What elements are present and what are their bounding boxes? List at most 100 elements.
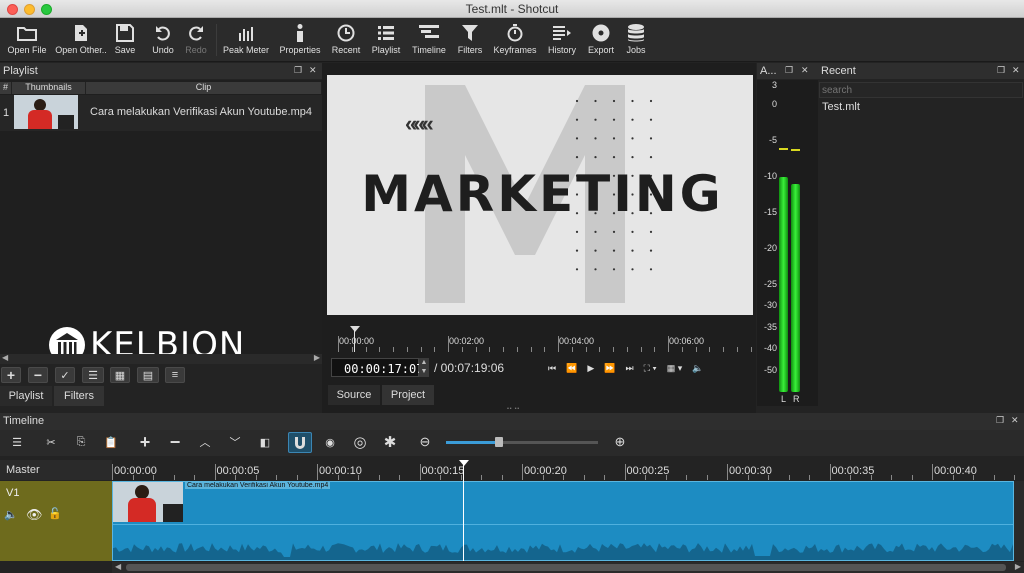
table-icon: ▤ bbox=[142, 369, 154, 382]
filters-button[interactable]: Filters bbox=[455, 21, 485, 55]
recent-item[interactable]: Test.mlt bbox=[822, 101, 860, 113]
float-dock-icon[interactable]: ❐ bbox=[294, 65, 302, 76]
properties-button[interactable]: Properties bbox=[278, 21, 322, 55]
zoom-out-icon[interactable]: ⊖ bbox=[413, 431, 437, 453]
jobs-button[interactable]: Jobs bbox=[622, 21, 650, 55]
lock-icon[interactable]: 🔓 bbox=[48, 507, 62, 520]
recent-search-input[interactable] bbox=[819, 82, 1023, 98]
scrub-while-dragging-icon[interactable]: ◉ bbox=[318, 431, 342, 453]
playlist-menu-button[interactable]: ≡ bbox=[165, 367, 185, 383]
float-dock-icon[interactable]: ❐ bbox=[996, 415, 1004, 426]
fast-forward-icon[interactable]: ⏩ bbox=[604, 363, 615, 374]
timeline-playhead[interactable] bbox=[463, 460, 464, 561]
timeline-playhead-marker[interactable] bbox=[459, 460, 469, 466]
remove-icon[interactable]: − bbox=[164, 431, 186, 453]
timecode-spinner[interactable]: ▲ ▼ bbox=[419, 358, 429, 377]
scrollbar-thumb[interactable] bbox=[126, 564, 1006, 571]
timeline-ruler-label: 00:00:00 bbox=[114, 465, 157, 477]
scroll-right-icon[interactable]: ▶ bbox=[314, 353, 320, 362]
timeline-label: Timeline bbox=[412, 45, 446, 55]
rewind-icon[interactable]: ⏪ bbox=[566, 363, 577, 374]
float-dock-icon[interactable]: ❐ bbox=[997, 65, 1005, 76]
v1-track-header[interactable]: V1 🔈 👁 🔓 bbox=[0, 481, 112, 561]
remove-clip-button[interactable]: − bbox=[28, 367, 48, 383]
scroll-left-icon[interactable]: ◀ bbox=[2, 353, 8, 362]
grid-overlay-icon[interactable]: ▦ ▾ bbox=[667, 363, 683, 374]
close-dock-icon[interactable]: ✕ bbox=[801, 65, 809, 76]
timeline-ruler-minor-tick bbox=[993, 475, 995, 480]
tiles-view-button[interactable]: ▦ bbox=[110, 367, 130, 383]
timeline-clip[interactable]: Cara melakukan Verifikasi Akun Youtube.m… bbox=[112, 481, 1014, 561]
playlist-col-thumbnails[interactable]: Thumbnails bbox=[12, 82, 86, 94]
timeline-button[interactable]: Timeline bbox=[410, 21, 448, 55]
add-clip-button[interactable]: + bbox=[1, 367, 21, 383]
scroll-left-icon[interactable]: ◀ bbox=[115, 562, 121, 571]
timeline-corner bbox=[0, 562, 112, 573]
close-dock-icon[interactable]: ✕ bbox=[1012, 65, 1020, 76]
paste-icon[interactable]: 📋 bbox=[100, 431, 122, 453]
eye-icon[interactable]: 👁 bbox=[26, 507, 43, 523]
zoom-slider-handle[interactable] bbox=[495, 437, 504, 447]
ripple-icon[interactable]: ◎ bbox=[348, 431, 372, 453]
open-file-button[interactable]: Open File bbox=[4, 21, 50, 55]
scroll-right-icon[interactable]: ▶ bbox=[1015, 562, 1021, 571]
close-dock-icon[interactable]: ✕ bbox=[309, 65, 317, 76]
copy-icon[interactable]: ⎘ bbox=[70, 431, 92, 453]
funnel-icon bbox=[455, 21, 485, 45]
skip-to-end-icon[interactable]: ⏭ bbox=[625, 363, 633, 374]
timeline-menu-icon[interactable]: ☰ bbox=[6, 431, 28, 453]
playlist-horizontal-scrollbar[interactable]: ◀ ▶ bbox=[0, 353, 322, 364]
tab-playlist[interactable]: Playlist bbox=[0, 386, 52, 406]
overwrite-icon[interactable]: ﹀ bbox=[224, 431, 246, 453]
append-icon[interactable]: + bbox=[134, 431, 156, 453]
tab-project[interactable]: Project bbox=[382, 385, 434, 405]
recent-button[interactable]: Recent bbox=[330, 21, 362, 55]
timeline-horizontal-scrollbar[interactable]: ◀ ▶ bbox=[112, 562, 1024, 573]
play-icon[interactable]: ▶ bbox=[587, 363, 594, 374]
snap-toggle[interactable] bbox=[288, 432, 312, 453]
redo-button[interactable]: Redo bbox=[181, 21, 211, 55]
mute-icon[interactable]: 🔈 bbox=[4, 508, 18, 521]
ripple-all-tracks-icon[interactable]: ✱ bbox=[378, 431, 402, 453]
float-dock-icon[interactable]: ❐ bbox=[785, 65, 793, 76]
meter-bar-left bbox=[779, 177, 788, 392]
icons-view-button[interactable]: ▤ bbox=[137, 367, 159, 383]
timeline-ruler-label: 00:00:10 bbox=[319, 465, 362, 477]
cut-icon[interactable]: ✂ bbox=[40, 431, 62, 453]
zoom-icon[interactable]: ⛶ ▾ bbox=[644, 363, 657, 374]
split-icon[interactable]: ◧ bbox=[254, 431, 276, 453]
playlist-row[interactable]: 1 Cara melakukan Verifikasi Akun Youtube… bbox=[0, 95, 322, 131]
skip-to-start-icon[interactable]: ⏮ bbox=[548, 363, 556, 374]
export-button[interactable]: Export bbox=[586, 21, 616, 55]
playlist-col-num[interactable]: # bbox=[0, 82, 12, 94]
save-button[interactable]: Save bbox=[110, 21, 140, 55]
history-button[interactable]: History bbox=[545, 21, 579, 55]
playhead-marker[interactable] bbox=[350, 326, 360, 332]
timecode-field[interactable]: 00:00:17:07 bbox=[331, 358, 423, 377]
meter-scale-label: -20 bbox=[763, 243, 777, 253]
keyframes-button[interactable]: Keyframes bbox=[492, 21, 538, 55]
playlist-button[interactable]: Playlist bbox=[369, 21, 403, 55]
database-icon bbox=[622, 21, 650, 45]
tab-filters[interactable]: Filters bbox=[54, 386, 104, 406]
timeline-ruler[interactable]: 00:00:00 00:00:05 00:00:10 00:00:15 00:00:20… bbox=[112, 460, 1024, 480]
ruler-minor-tick bbox=[434, 347, 436, 352]
close-dock-icon[interactable]: ✕ bbox=[1011, 415, 1019, 426]
zoom-slider[interactable] bbox=[446, 437, 598, 447]
grid-dot bbox=[594, 156, 597, 159]
scrub-ruler[interactable]: 00:00:00 00:02:00 00:04:00 00:06:00 bbox=[336, 326, 766, 352]
timeline-vertical-scrollbar[interactable] bbox=[1014, 481, 1024, 561]
tab-source[interactable]: Source bbox=[328, 385, 380, 405]
open-other-button[interactable]: Open Other.. bbox=[54, 21, 108, 55]
details-view-button[interactable]: ☰ bbox=[82, 367, 104, 383]
video-preview[interactable]: ««« MARKETING bbox=[327, 75, 753, 315]
peak-meter-button[interactable]: Peak Meter bbox=[222, 21, 270, 55]
playlist-col-clip[interactable]: Clip bbox=[86, 82, 322, 94]
zoom-in-icon[interactable]: ⊕ bbox=[608, 431, 632, 453]
peak-meter-icon bbox=[222, 21, 270, 45]
lift-icon[interactable]: ︿ bbox=[194, 431, 216, 453]
update-clip-button[interactable]: ✓ bbox=[55, 367, 75, 383]
info-icon bbox=[278, 21, 322, 45]
undo-button[interactable]: Undo bbox=[148, 21, 178, 55]
volume-icon[interactable]: 🔈 bbox=[692, 363, 703, 374]
